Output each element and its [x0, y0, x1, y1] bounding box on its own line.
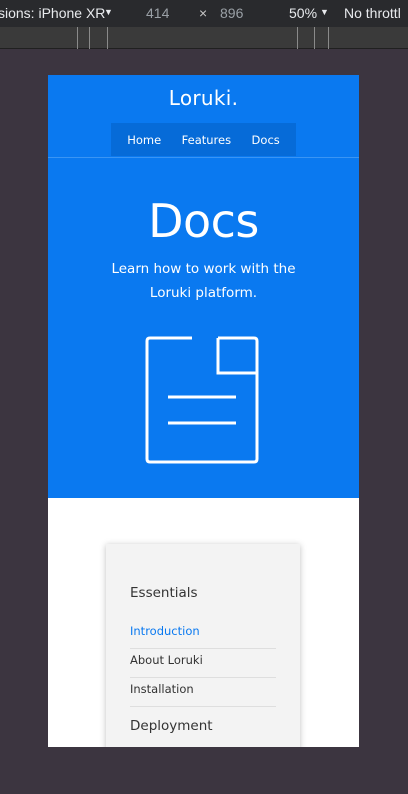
- section-heading-deployment: Deployment: [130, 718, 213, 734]
- docs-menu: Introduction About Loruki Installation: [130, 620, 276, 707]
- devtools-toolbar: sions: iPhone XR ▼ 414 × 896 50% ▼ No th…: [0, 0, 408, 27]
- ruler-mark[interactable]: [89, 27, 90, 49]
- docs-sidebar: Essentials Introduction About Loruki Ins…: [106, 544, 300, 747]
- main-nav: Home Features Docs: [111, 123, 296, 156]
- height-input[interactable]: 896: [220, 5, 243, 21]
- ruler-mark[interactable]: [77, 27, 78, 49]
- device-viewport: Loruki. Home Features Docs Docs Learn ho…: [48, 75, 359, 747]
- document-icon: [145, 336, 259, 464]
- media-query-ruler: [0, 27, 408, 49]
- device-label: sions: iPhone XR: [0, 5, 106, 21]
- ruler-mark[interactable]: [297, 27, 298, 49]
- page-subtitle: Learn how to work with the Loruki platfo…: [111, 261, 296, 301]
- site-logo[interactable]: Loruki.: [48, 86, 359, 110]
- menu-item-installation[interactable]: Installation: [130, 678, 276, 707]
- width-input[interactable]: 414: [146, 5, 169, 21]
- ruler-mark[interactable]: [314, 27, 315, 49]
- ruler-mark[interactable]: [107, 27, 108, 49]
- hero-section: Loruki. Home Features Docs Docs Learn ho…: [48, 75, 359, 498]
- times-label: ×: [199, 5, 208, 21]
- nav-docs-link[interactable]: Docs: [252, 133, 280, 147]
- zoom-select[interactable]: 50%: [289, 5, 317, 21]
- nav-home-link[interactable]: Home: [127, 133, 161, 147]
- menu-item-introduction[interactable]: Introduction: [130, 620, 276, 649]
- zoom-dropdown-icon[interactable]: ▼: [320, 7, 329, 17]
- menu-item-about[interactable]: About Loruki: [130, 649, 276, 678]
- throttle-select[interactable]: No throttl: [344, 5, 401, 21]
- nav-features-link[interactable]: Features: [182, 133, 231, 147]
- page-title: Docs: [148, 194, 259, 248]
- device-select[interactable]: sions: iPhone XR: [0, 5, 105, 21]
- section-heading-essentials: Essentials: [130, 585, 198, 601]
- ruler-mark[interactable]: [328, 27, 329, 49]
- header-divider: [48, 157, 359, 158]
- device-dropdown-icon[interactable]: ▼: [104, 7, 113, 17]
